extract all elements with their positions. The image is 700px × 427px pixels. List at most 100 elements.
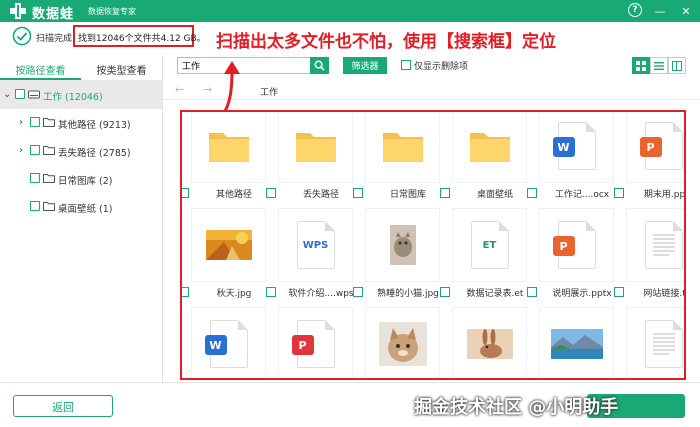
checkbox[interactable] <box>30 201 40 211</box>
cat-photo-thumbnail <box>378 322 427 366</box>
file-checkbox[interactable] <box>182 287 189 297</box>
file-thumbnail[interactable] <box>452 112 527 183</box>
folder-icon <box>43 174 55 183</box>
grid-icon <box>636 60 646 71</box>
tree-item-label: 丢失路径 (2785) <box>58 148 131 159</box>
tree-item-label: 其他路径 (9213) <box>58 120 131 131</box>
file-checkbox[interactable] <box>614 188 624 198</box>
search-icon <box>314 60 325 71</box>
folder-icon <box>208 133 249 162</box>
status-row: 扫描完成, 找到12046个文件共4.12 GB。 扫描出太多文件也不怕，使用【… <box>0 22 700 52</box>
app-name: 数据蛙 <box>32 7 75 22</box>
file-grid: 其他路径 丢失路径 日常图库 桌面壁纸 W 工作记....ocx P 期末用.pptx 秋天.j… <box>180 110 686 380</box>
minimize-icon[interactable]: — <box>652 3 668 19</box>
rabbit-photo-thumbnail <box>466 329 513 359</box>
file-checkbox[interactable] <box>614 287 624 297</box>
file-checkbox[interactable] <box>182 188 189 198</box>
file-name: 数据记录表.et <box>466 289 524 299</box>
view-mode-switch <box>632 57 686 74</box>
detail-icon <box>672 60 682 71</box>
chevron-down-icon[interactable]: ⌄ <box>3 89 11 100</box>
tab-by-path[interactable]: 按路径查看 <box>0 55 81 80</box>
folder-icon <box>469 133 510 162</box>
app-subtitle: 数据恢复专家 <box>88 7 136 16</box>
chevron-right-icon[interactable]: › <box>19 145 23 156</box>
close-icon[interactable]: ✕ <box>678 3 694 19</box>
title-bar: 数据蛙 数据恢复专家 ? — ✕ <box>0 0 700 22</box>
file-thumbnail[interactable]: P <box>539 208 614 282</box>
file-thumbnail[interactable] <box>365 112 440 183</box>
filter-button[interactable]: 筛选器 <box>343 57 387 74</box>
file-thumbnail[interactable]: P <box>626 112 684 183</box>
file-name: 熟睡的小猫.jpg <box>377 289 439 299</box>
tree-item-daily-gallery[interactable]: 日常图库 (2) <box>0 165 162 193</box>
grid-view-button[interactable] <box>632 57 650 74</box>
tree-item-desktop-wallpaper[interactable]: 桌面壁纸 (1) <box>0 193 162 221</box>
sidebar: 按路径查看 按类型查看 ⌄ 工作 (12046) › 其他路径 (9213) ›… <box>0 55 163 382</box>
file-name: 工作记....ocx <box>554 190 610 200</box>
back-arrow-icon[interactable]: ← <box>175 83 184 96</box>
checkbox[interactable] <box>30 145 40 155</box>
chevron-right-icon[interactable]: › <box>19 117 23 128</box>
file-checkbox[interactable] <box>353 287 363 297</box>
file-thumbnail[interactable] <box>191 208 266 282</box>
folder-icon <box>43 202 55 211</box>
checkbox[interactable] <box>30 117 40 127</box>
et-file-icon: ET <box>470 221 509 269</box>
back-button[interactable]: 返回 <box>13 395 113 417</box>
list-icon <box>654 61 664 70</box>
file-name: 丢失路径 <box>302 190 339 200</box>
detail-view-button[interactable] <box>668 57 686 74</box>
file-checkbox[interactable] <box>353 188 363 198</box>
folder-icon <box>43 146 55 155</box>
file-thumbnail[interactable]: P <box>278 307 353 378</box>
watermark-text: 掘金技术社区 @小明助手 <box>414 397 619 418</box>
file-thumbnail[interactable]: ET <box>452 208 527 282</box>
tree-item-other-paths[interactable]: › 其他路径 (9213) <box>0 109 162 137</box>
show-deleted-toggle[interactable]: 仅显示删除项 <box>401 59 468 72</box>
file-thumbnail[interactable] <box>452 307 527 378</box>
file-thumbnail[interactable] <box>626 307 684 378</box>
checkbox[interactable] <box>30 173 40 183</box>
tree-item-lost-paths[interactable]: › 丢失路径 (2785) <box>0 137 162 165</box>
txt-file-icon <box>644 221 683 269</box>
file-name: 桌面壁纸 <box>476 190 513 200</box>
file-checkbox[interactable] <box>266 287 276 297</box>
tree-item-label: 日常图库 (2) <box>58 176 113 187</box>
list-view-button[interactable] <box>650 57 668 74</box>
file-checkbox[interactable] <box>266 188 276 198</box>
file-name: 软件介绍....wps <box>288 289 354 299</box>
file-thumbnail[interactable]: W <box>539 112 614 183</box>
file-thumbnail[interactable] <box>191 112 266 183</box>
tree-item-work[interactable]: ⌄ 工作 (12046) <box>0 81 162 109</box>
file-thumbnail[interactable] <box>626 208 684 282</box>
file-name: 说明展示.pptx <box>552 289 612 299</box>
file-thumbnail[interactable]: WPS <box>278 208 353 282</box>
checkbox[interactable] <box>401 60 411 70</box>
word-file-icon: W <box>204 320 248 368</box>
search-button[interactable] <box>310 57 329 74</box>
scan-status-text: 扫描完成, <box>36 34 75 44</box>
file-checkbox[interactable] <box>440 188 450 198</box>
file-name: 期末用.pptx <box>643 190 686 200</box>
txt-file-icon <box>644 320 683 368</box>
file-thumbnail[interactable] <box>278 112 353 183</box>
lake-photo-thumbnail <box>550 329 603 359</box>
word-file-icon: W <box>552 122 596 170</box>
file-checkbox[interactable] <box>527 287 537 297</box>
file-name: 其他路径 <box>215 190 252 200</box>
file-thumbnail[interactable]: W <box>191 307 266 378</box>
app-logo-icon <box>10 3 26 19</box>
file-checkbox[interactable] <box>440 287 450 297</box>
current-path: 工作 <box>260 88 279 98</box>
checkbox[interactable] <box>15 89 25 99</box>
help-icon[interactable]: ? <box>628 3 642 17</box>
window-controls: ? — ✕ <box>628 3 694 19</box>
file-thumbnail[interactable] <box>539 307 614 378</box>
file-thumbnail[interactable] <box>365 208 440 282</box>
ppt-file-icon: P <box>639 122 683 170</box>
file-thumbnail[interactable] <box>365 307 440 378</box>
file-checkbox[interactable] <box>527 188 537 198</box>
file-name: 秋天.jpg <box>216 289 252 299</box>
tab-by-type[interactable]: 按类型查看 <box>81 55 162 80</box>
